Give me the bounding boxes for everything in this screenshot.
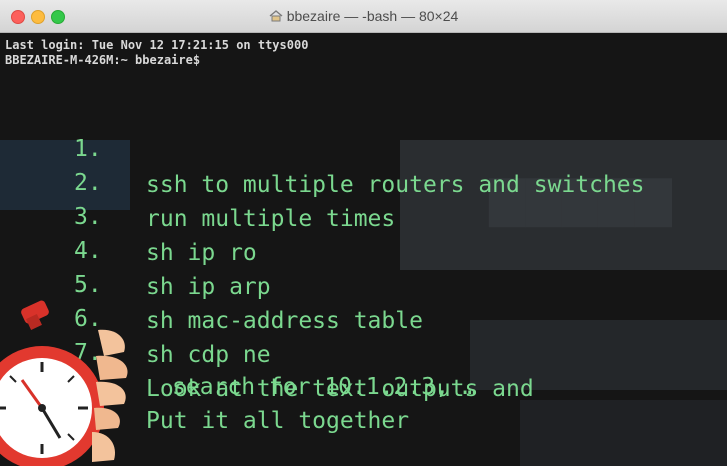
step-text: sh ip arp (146, 274, 271, 300)
step-text-continuation: search for 10.1.2.3, … (172, 374, 477, 400)
list-item: 2. run multiple times (0, 129, 395, 232)
list-item: 1. ssh to multiple routers and switches (0, 95, 645, 198)
background-panel (520, 400, 727, 466)
step-text: Put it all together (146, 408, 410, 434)
step-text: ssh to multiple routers and switches (146, 172, 645, 198)
window-title-wrap: bbezaire — -bash — 80×24 (0, 0, 727, 32)
shell-prompt: BBEZAIRE-M-426M:~ bbezaire$ (5, 53, 201, 67)
step-text: run multiple times (146, 206, 396, 232)
list-item: 4. sh ip arp (0, 197, 271, 300)
title-bar[interactable]: bbezaire — -bash — 80×24 (0, 0, 727, 33)
terminal-session[interactable]: Last login: Tue Nov 12 17:21:15 on ttys0… (5, 38, 308, 68)
last-login-line: Last login: Tue Nov 12 17:21:15 on ttys0… (5, 38, 309, 52)
list-item: 3. sh ip ro (0, 163, 257, 266)
list-item: 5. sh mac-address table (0, 231, 423, 334)
list-item: 6. sh cdp ne (0, 265, 271, 368)
stopwatch-icon (0, 300, 135, 466)
terminal-window: ▇▇▇▇▇ bbezaire — -bash — 80×24 Last logi… (0, 0, 727, 466)
window-title: bbezaire — -bash — 80×24 (286, 8, 459, 24)
step-text: sh cdp ne (146, 342, 271, 368)
step-text: sh ip ro (146, 240, 257, 266)
step-text: sh mac-address table (146, 308, 423, 334)
home-icon (269, 1, 283, 33)
